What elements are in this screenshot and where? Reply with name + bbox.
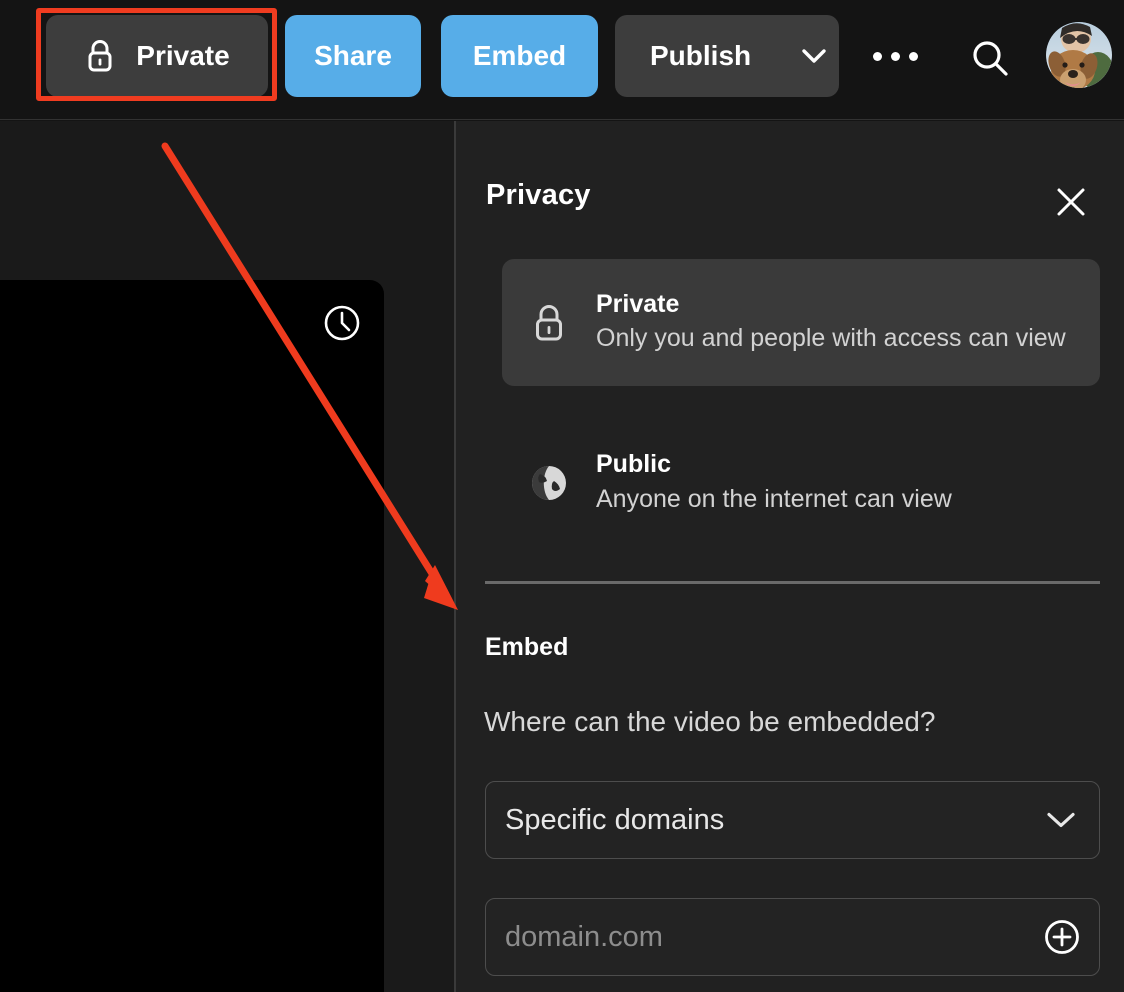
privacy-option-name: Private bbox=[596, 289, 680, 318]
privacy-option-text: Private Only you and people with access … bbox=[596, 290, 1100, 356]
add-domain-button[interactable] bbox=[1042, 917, 1099, 957]
ellipsis-icon bbox=[872, 51, 882, 61]
lock-icon bbox=[502, 301, 596, 345]
section-divider bbox=[485, 581, 1100, 584]
video-canvas[interactable] bbox=[0, 280, 384, 992]
privacy-option-description: Anyone on the internet can view bbox=[596, 484, 952, 513]
embed-button-label: Embed bbox=[472, 40, 567, 71]
search-button[interactable] bbox=[962, 30, 1018, 86]
share-button-label: Share bbox=[314, 40, 392, 71]
embed-section-title: Embed bbox=[485, 633, 569, 661]
top-toolbar: Private Share Embed Publish bbox=[0, 0, 1124, 120]
privacy-option-private[interactable]: Private Only you and people with access … bbox=[502, 259, 1100, 386]
embed-question-label: Where can the video be embedded? bbox=[484, 706, 936, 737]
page-title: Privacy bbox=[486, 179, 591, 211]
privacy-option-name: Public bbox=[596, 450, 672, 479]
privacy-option-text: Public Anyone on the internet can view bbox=[596, 450, 1100, 516]
video-editor-pane bbox=[0, 121, 455, 992]
plus-circle-icon bbox=[1042, 917, 1082, 957]
globe-icon bbox=[502, 462, 596, 504]
domain-input-row bbox=[485, 898, 1100, 976]
chevron-down-icon bbox=[1046, 811, 1099, 829]
privacy-option-description: Only you and people with access can view bbox=[596, 324, 1066, 353]
close-icon bbox=[1054, 185, 1088, 219]
share-button[interactable]: Share bbox=[285, 15, 421, 97]
close-button[interactable] bbox=[1048, 179, 1094, 225]
search-icon bbox=[969, 37, 1011, 79]
private-button-label: Private bbox=[136, 40, 230, 71]
embed-scope-value: Specific domains bbox=[505, 803, 725, 836]
embed-scope-select[interactable]: Specific domains bbox=[485, 781, 1100, 859]
embed-button[interactable]: Embed bbox=[441, 15, 598, 97]
lock-icon bbox=[84, 38, 116, 74]
avatar[interactable] bbox=[1046, 22, 1112, 88]
chevron-down-icon bbox=[801, 48, 827, 64]
private-button[interactable]: Private bbox=[46, 15, 268, 97]
ellipsis-icon bbox=[908, 51, 918, 61]
privacy-option-public[interactable]: Public Anyone on the internet can view bbox=[502, 423, 1100, 543]
domain-input[interactable] bbox=[486, 920, 1042, 954]
clock-icon[interactable] bbox=[322, 303, 362, 343]
publish-button-label: Publish bbox=[650, 40, 752, 71]
ellipsis-icon bbox=[890, 51, 900, 61]
privacy-panel: Privacy Private Only you and people with… bbox=[456, 121, 1124, 992]
publish-button[interactable]: Publish bbox=[615, 15, 839, 97]
more-options-button[interactable] bbox=[862, 34, 928, 78]
